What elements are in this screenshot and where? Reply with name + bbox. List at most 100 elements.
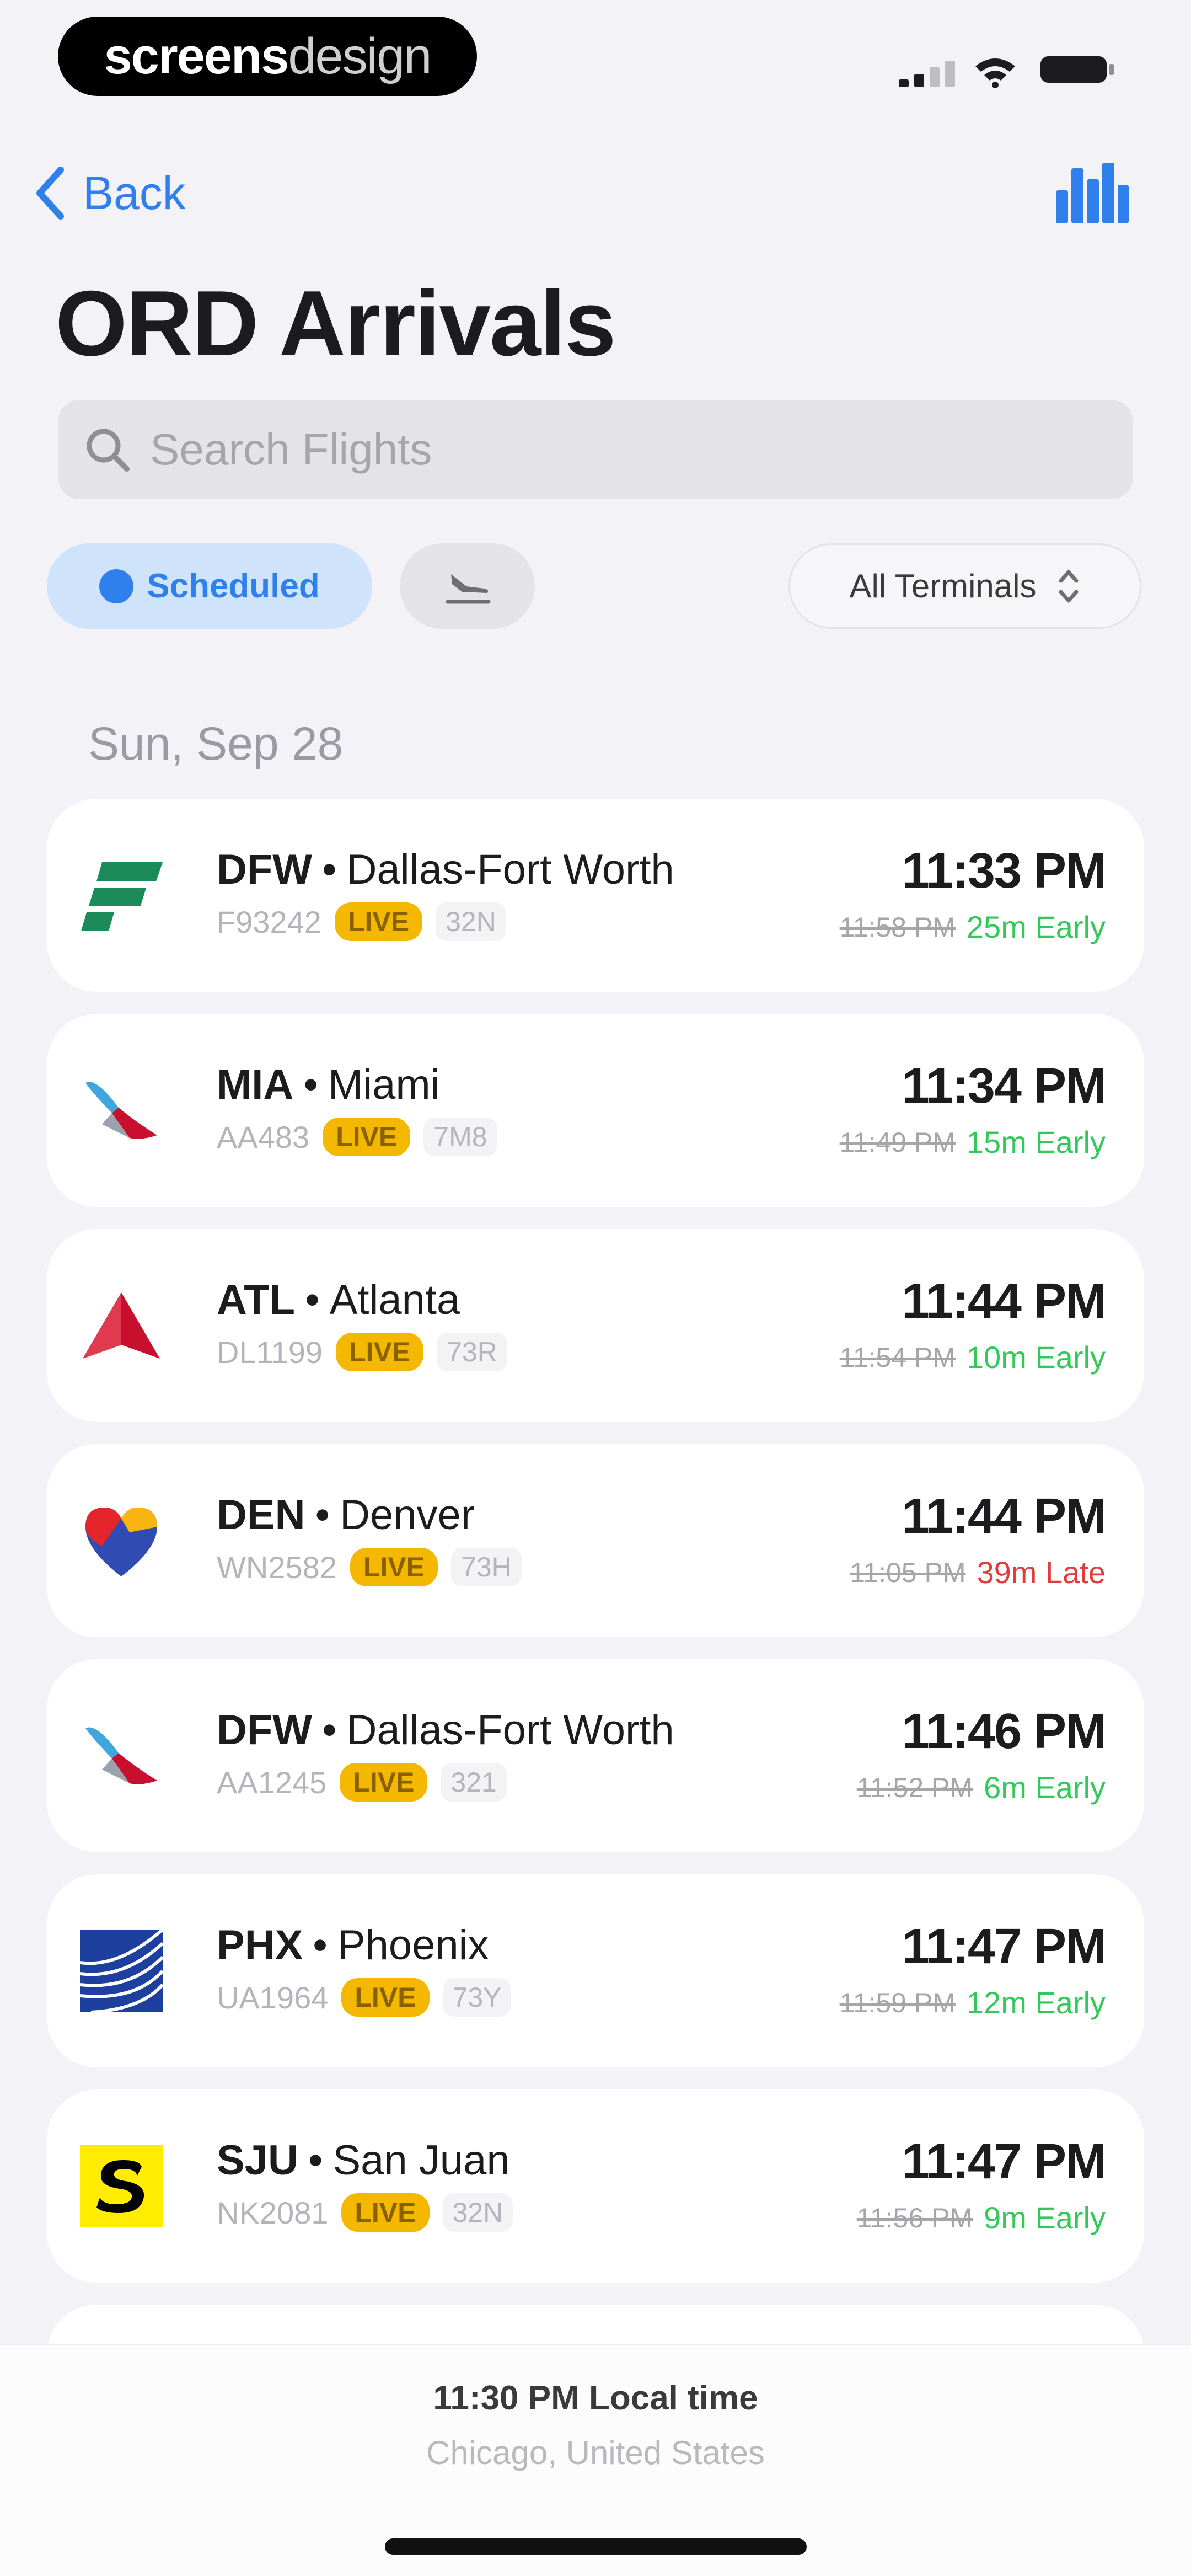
airport-code: PHX	[217, 1922, 303, 1969]
wifi-icon	[975, 58, 1015, 88]
scheduled-time: 11:52 PM	[856, 1772, 973, 1803]
scheduled-time: 11:49 PM	[839, 1126, 956, 1158]
back-button-label: Back	[83, 167, 186, 219]
aircraft-type: 73Y	[442, 1978, 512, 2017]
flight-card[interactable]: ATL • Atlanta DL1199 LIVE 73R 11:44 PM 11:…	[47, 1229, 1144, 1422]
status-bar: screens design	[0, 0, 1191, 110]
live-badge: LIVE	[334, 902, 423, 941]
terminal-select[interactable]: All Terminals	[788, 543, 1141, 629]
scheduled-time: 11:54 PM	[839, 1342, 956, 1373]
arrival-time: 11:33 PM	[902, 843, 1107, 899]
time-delta: 39m Late	[977, 1555, 1106, 1590]
brand-text-bold: screens	[104, 28, 289, 84]
flight-number: AA483	[217, 1119, 310, 1155]
time-delta: 25m Early	[966, 910, 1106, 944]
airport-code: DFW	[217, 846, 313, 893]
flight-card[interactable]: DFW • Dallas-Fort Worth AA1245 LIVE 321 11…	[47, 1659, 1144, 1852]
scheduled-dot-icon	[99, 569, 134, 603]
flight-number: DL1199	[217, 1334, 323, 1370]
city-name: Miami	[328, 1061, 440, 1108]
aircraft-type: 7M8	[423, 1118, 497, 1156]
route-separator: •	[303, 1061, 318, 1108]
flight-route: DEN • Denver	[217, 1491, 475, 1539]
arrival-time: 11:34 PM	[902, 1059, 1107, 1114]
live-badge: LIVE	[340, 1763, 428, 1802]
city-name: San Juan	[332, 2137, 510, 2184]
back-button[interactable]: Back	[33, 160, 186, 226]
time-delta: 10m Early	[966, 1340, 1106, 1375]
time-details: 11:49 PM 15m Early	[840, 1124, 1106, 1160]
city-name: Dallas-Fort Worth	[346, 1707, 674, 1754]
route-separator: •	[322, 1707, 337, 1754]
scheduled-time: 11:59 PM	[839, 1987, 956, 2018]
page-title: ORD Arrivals	[55, 271, 616, 375]
city-name: Denver	[340, 1492, 475, 1538]
flight-card[interactable]: SJU • San Juan NK2081 LIVE 32N 11:47 PM 11…	[47, 2089, 1144, 2283]
flight-card[interactable]: PHX • Phoenix UA1964 LIVE 73Y 11:47 PM 11:…	[47, 1874, 1144, 2067]
flight-card[interactable]: DEN • Denver WN2582 LIVE 73H 11:44 PM 11:0…	[47, 1444, 1144, 1637]
route-separator: •	[305, 1276, 320, 1323]
section-date-header: Sun, Sep 28	[88, 718, 344, 769]
flight-route: DFW • Dallas-Fort Worth	[217, 1706, 674, 1754]
home-indicator[interactable]	[385, 2538, 807, 2555]
scheduled-time: 11:56 PM	[856, 2202, 973, 2233]
city-name: Phoenix	[337, 1922, 489, 1969]
flight-number: AA1245	[217, 1765, 327, 1800]
aircraft-type: 73R	[437, 1333, 507, 1371]
united-logo-icon	[80, 1930, 163, 2012]
local-time: 11:30 PM Local time	[433, 2379, 758, 2417]
arrival-time: 11:44 PM	[902, 1489, 1107, 1544]
time-delta: 9m Early	[984, 2200, 1106, 2235]
scheduled-time: 11:05 PM	[850, 1557, 966, 1588]
flight-meta: F93242 LIVE 32N	[217, 902, 506, 941]
flight-meta: NK2081 LIVE 32N	[217, 2193, 513, 2232]
cellular-signal-icon	[899, 61, 955, 87]
airport-code: DEN	[217, 1492, 305, 1538]
up-down-chevron-icon	[1059, 570, 1078, 602]
southwest-logo-icon	[85, 1508, 157, 1576]
flight-route: SJU • San Juan	[217, 2136, 510, 2184]
stats-button[interactable]	[1053, 157, 1130, 229]
scheduled-filter-chip[interactable]: Scheduled	[47, 543, 372, 629]
frontier-logo-icon	[81, 862, 163, 931]
spirit-logo-icon	[80, 2145, 163, 2227]
delta-logo-icon	[83, 1292, 160, 1359]
city-name: Dallas-Fort Worth	[346, 846, 674, 893]
airport-code: ATL	[217, 1276, 296, 1323]
battery-icon	[1040, 56, 1114, 83]
live-badge: LIVE	[336, 1333, 424, 1371]
landing-icon	[446, 574, 490, 603]
scheduled-filter-label: Scheduled	[147, 567, 320, 605]
american-airlines-logo-icon	[85, 1727, 157, 1784]
landing-filter-chip[interactable]	[400, 543, 535, 629]
aircraft-type: 73H	[451, 1548, 522, 1586]
route-separator: •	[322, 846, 337, 893]
city-name: Atlanta	[329, 1276, 460, 1323]
flight-number: WN2582	[217, 1549, 337, 1585]
flight-route: MIA • Miami	[217, 1061, 440, 1109]
flight-meta: WN2582 LIVE 73H	[217, 1548, 522, 1586]
arrival-time: 11:44 PM	[902, 1274, 1107, 1329]
flight-card[interactable]: MIA • Miami AA483 LIVE 7M8 11:34 PM 11:49 …	[47, 1014, 1144, 1207]
flight-card[interactable]: DFW • Dallas-Fort Worth F93242 LIVE 32N 11…	[47, 799, 1144, 992]
flight-route: DFW • Dallas-Fort Worth	[217, 846, 674, 894]
aircraft-type: 32N	[436, 902, 506, 941]
american-airlines-logo-icon	[85, 1082, 157, 1139]
time-details: 11:58 PM 25m Early	[840, 909, 1106, 945]
arrival-time: 11:47 PM	[902, 2134, 1107, 2189]
search-bar[interactable]	[58, 400, 1133, 499]
search-input[interactable]	[149, 424, 1088, 475]
time-details: 11:54 PM 10m Early	[840, 1339, 1106, 1375]
flight-meta: AA483 LIVE 7M8	[217, 1118, 497, 1156]
live-badge: LIVE	[323, 1118, 411, 1156]
time-details: 11:52 PM 6m Early	[857, 1770, 1106, 1805]
time-delta: 6m Early	[984, 1770, 1106, 1805]
time-details: 11:05 PM 39m Late	[850, 1554, 1106, 1590]
local-location: Chicago, United States	[426, 2434, 765, 2471]
flight-meta: UA1964 LIVE 73Y	[217, 1978, 512, 2017]
arrival-time: 11:47 PM	[902, 1919, 1107, 1974]
route-separator: •	[313, 1922, 328, 1969]
live-badge: LIVE	[341, 1978, 430, 2017]
aircraft-type: 32N	[442, 2193, 513, 2232]
flight-list: DFW • Dallas-Fort Worth F93242 LIVE 32N 11…	[47, 799, 1144, 2520]
